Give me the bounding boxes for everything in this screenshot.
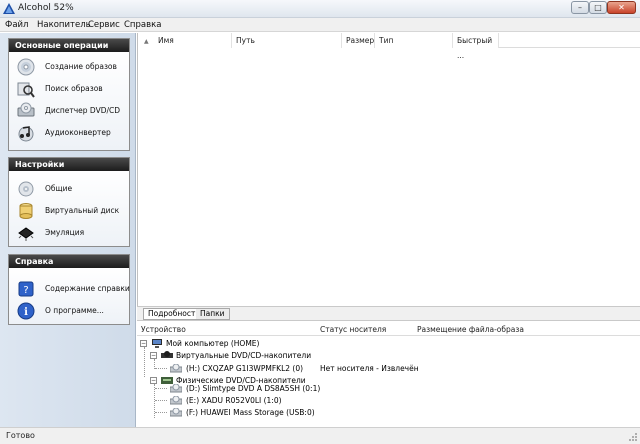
svg-text:?: ?: [23, 285, 28, 296]
list-header: ▲ Имя Путь Размер Тип Быстрый ...: [138, 33, 640, 60]
virtual-drive-icon: [161, 351, 173, 358]
cd-drive-icon: [170, 396, 182, 405]
task-label: Создание образов: [45, 62, 117, 71]
info-icon: i: [17, 302, 35, 320]
resize-grip-icon[interactable]: [628, 432, 638, 442]
audio-converter-icon: [18, 126, 34, 142]
cd-drive-icon: [170, 364, 182, 373]
tree-line: [155, 400, 167, 401]
cd-drive-icon: [170, 408, 182, 417]
group-main-operations: Основные операции Создание образов Поиск…: [8, 38, 130, 151]
col-device[interactable]: Устройство: [137, 324, 186, 336]
tree-virtual-drive-h[interactable]: (H:) CXQZAP G1I3WPMFKL2 (0): [170, 363, 330, 374]
collapse-toggle[interactable]: −: [140, 340, 147, 347]
task-label: Эмуляция: [45, 228, 85, 237]
menu-bar: Файл Накопитель Сервис Справка: [0, 18, 640, 32]
maximize-button[interactable]: □: [589, 1, 607, 14]
task-label: О программе...: [45, 306, 104, 315]
search-images-icon: [17, 82, 35, 98]
col-quick[interactable]: Быстрый ...: [453, 33, 499, 60]
status-bar: Готово: [0, 427, 640, 444]
task-create-images[interactable]: Создание образов: [9, 57, 129, 77]
disc-create-icon: [17, 58, 35, 76]
drive-label: (E:) XADU R052V0LI (1:0): [186, 396, 282, 405]
col-media-status[interactable]: Статус носителя: [316, 324, 386, 336]
device-header: Устройство Статус носителя Размещение фа…: [137, 324, 640, 336]
group-header-settings[interactable]: Настройки: [9, 158, 129, 171]
task-panel: Основные операции Создание образов Поиск…: [0, 33, 136, 427]
minimize-button[interactable]: –: [571, 1, 589, 14]
menu-help[interactable]: Справка: [121, 19, 164, 31]
drive-label: (H:) CXQZAP G1I3WPMFKL2 (0): [186, 364, 304, 373]
virtual-disk-icon: [19, 203, 33, 219]
title-bar[interactable]: Alcohol 52% – □ ✕: [0, 0, 640, 18]
col-size[interactable]: Размер: [342, 33, 375, 48]
task-label: Аудиоконвертер: [45, 128, 111, 137]
tree-root[interactable]: − Мой компьютер (HOME): [140, 338, 440, 349]
task-about[interactable]: i О программе...: [9, 301, 129, 321]
drive-manager-icon: [17, 102, 35, 117]
image-list[interactable]: ▲ Имя Путь Размер Тип Быстрый ...: [137, 33, 640, 306]
media-status-value: Нет носителя - Извлечён: [320, 364, 419, 373]
drive-label: (F:) HUAWEI Mass Storage (USB:0): [186, 408, 315, 417]
task-label: Поиск образов: [45, 84, 103, 93]
task-label: Виртуальный диск: [45, 206, 120, 215]
tree-virtual-group[interactable]: − Виртуальные DVD/CD-накопители: [150, 350, 450, 361]
computer-icon: [152, 339, 162, 348]
cd-drive-icon: [170, 384, 182, 393]
col-path[interactable]: Путь: [232, 33, 342, 48]
task-help-contents[interactable]: ? Содержание справки: [9, 279, 130, 299]
task-label: Общие: [45, 184, 73, 193]
task-virtual-disk[interactable]: Виртуальный диск: [9, 201, 129, 221]
group-header-main[interactable]: Основные операции: [9, 39, 129, 52]
view-tabs: Подробности Папки: [137, 306, 640, 320]
col-image-location[interactable]: Размещение файла-образа: [413, 324, 524, 336]
tree-drive-e[interactable]: (E:) XADU R052V0LI (1:0): [170, 395, 390, 406]
device-panel[interactable]: Устройство Статус носителя Размещение фа…: [137, 320, 640, 427]
task-emulation[interactable]: Эмуляция: [9, 223, 129, 243]
task-search-images[interactable]: Поиск образов: [9, 79, 129, 99]
group-header-help[interactable]: Справка: [9, 255, 129, 268]
svg-text:i: i: [24, 307, 28, 318]
status-text: Готово: [6, 431, 35, 440]
task-label: Диспетчер DVD/CD: [45, 106, 121, 115]
task-label: Содержание справки: [45, 284, 130, 293]
tree-line: [155, 388, 167, 389]
tree-drive-f[interactable]: (F:) HUAWEI Mass Storage (USB:0): [170, 407, 390, 418]
menu-service[interactable]: Сервис: [85, 19, 123, 31]
alcohol-app-icon: [3, 3, 15, 14]
emulation-chip-icon: [18, 227, 34, 241]
tree-line: [155, 412, 167, 413]
drive-label: (D:) Slimtype DVD A DS8A5SH (0:1): [186, 384, 321, 393]
window-title: Alcohol 52%: [18, 3, 74, 13]
general-settings-icon: [18, 181, 34, 197]
task-audio-converter[interactable]: Аудиоконвертер: [9, 123, 129, 143]
menu-file[interactable]: Файл: [2, 19, 31, 31]
help-book-icon: ?: [18, 281, 34, 297]
collapse-toggle[interactable]: −: [150, 377, 157, 384]
close-button[interactable]: ✕: [607, 1, 636, 14]
task-general[interactable]: Общие: [9, 179, 129, 199]
task-drive-manager[interactable]: Диспетчер DVD/CD: [9, 101, 129, 121]
group-settings: Настройки Общие Виртуальный диск Эмуляци…: [8, 157, 130, 247]
group-help: Справка ? Содержание справки i О програм…: [8, 254, 130, 325]
col-type[interactable]: Тип: [375, 33, 453, 48]
tree-line: [144, 347, 145, 377]
col-name[interactable]: ▲ Имя: [138, 33, 232, 48]
tree-line: [155, 368, 167, 369]
col-name-label: Имя: [158, 36, 174, 45]
tab-folders[interactable]: Папки: [196, 308, 230, 320]
tree-root-label: Мой компьютер (HOME): [166, 339, 260, 348]
tree-virtual-group-label: Виртуальные DVD/CD-накопители: [176, 351, 312, 360]
sort-arrow-icon: ▲: [144, 38, 149, 45]
collapse-toggle[interactable]: −: [150, 352, 157, 359]
tree-drive-d[interactable]: (D:) Slimtype DVD A DS8A5SH (0:1): [170, 383, 390, 394]
